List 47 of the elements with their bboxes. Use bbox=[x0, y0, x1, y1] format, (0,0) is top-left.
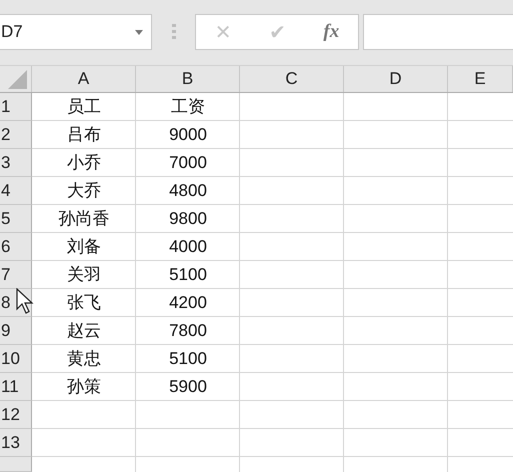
row-header[interactable]: 9 bbox=[0, 317, 32, 345]
row-header[interactable]: 12 bbox=[0, 401, 32, 429]
table-cell: 刘备 bbox=[67, 237, 101, 256]
table-cell: 吕布 bbox=[67, 125, 101, 144]
table-cell: 孙尚香 bbox=[58, 209, 110, 228]
row-header[interactable]: 10 bbox=[0, 345, 32, 373]
table-cell: 小乔 bbox=[67, 153, 101, 172]
grip-icon bbox=[172, 24, 176, 40]
column-header[interactable]: E bbox=[448, 66, 513, 92]
table-cell: 4000 bbox=[169, 237, 207, 256]
column-header[interactable]: D bbox=[344, 66, 448, 92]
column-header[interactable]: B bbox=[136, 66, 240, 92]
table-cell: 5900 bbox=[169, 377, 207, 396]
column-header[interactable]: A bbox=[32, 66, 136, 92]
column-header[interactable]: C bbox=[240, 66, 344, 92]
row-header[interactable]: 5 bbox=[0, 205, 32, 233]
caret-icon[interactable] bbox=[135, 30, 143, 34]
table-cell: 5100 bbox=[169, 349, 207, 368]
table-cell: 大乔 bbox=[67, 181, 101, 200]
row-header[interactable]: 13 bbox=[0, 429, 32, 457]
table-cell: 9800 bbox=[169, 209, 207, 228]
table-cell: 工资 bbox=[171, 97, 205, 116]
triangle-icon bbox=[8, 70, 27, 89]
row-header[interactable]: 4 bbox=[0, 177, 32, 205]
table-cell: 赵云 bbox=[67, 321, 101, 340]
table-cell: 7000 bbox=[169, 153, 207, 172]
table-cell: 4200 bbox=[169, 293, 207, 312]
name-box[interactable]: D7 bbox=[0, 14, 152, 50]
table-cell: 员工 bbox=[67, 97, 101, 116]
table-cell: 9000 bbox=[169, 125, 207, 144]
row-header[interactable]: 7 bbox=[0, 261, 32, 289]
row-header[interactable]: 2 bbox=[0, 121, 32, 149]
table-cell: 黄忠 bbox=[67, 349, 101, 368]
row-header[interactable]: 11 bbox=[0, 373, 32, 401]
table-cell: 7800 bbox=[169, 321, 207, 340]
row-header[interactable]: 1 bbox=[0, 93, 32, 121]
table-cell: 孙策 bbox=[67, 377, 101, 396]
table-cell: 关羽 bbox=[67, 265, 101, 284]
table-cell: 张飞 bbox=[67, 293, 101, 312]
mouse-pointer-icon bbox=[16, 288, 34, 314]
row-header[interactable] bbox=[0, 457, 32, 472]
table-cell: 4800 bbox=[169, 181, 207, 200]
insert-function-button[interactable]: fx bbox=[317, 21, 346, 43]
row-header[interactable]: 3 bbox=[0, 149, 32, 177]
table-cell: 5100 bbox=[169, 265, 207, 284]
row-header[interactable]: 6 bbox=[0, 233, 32, 261]
formula-field[interactable] bbox=[363, 14, 513, 50]
